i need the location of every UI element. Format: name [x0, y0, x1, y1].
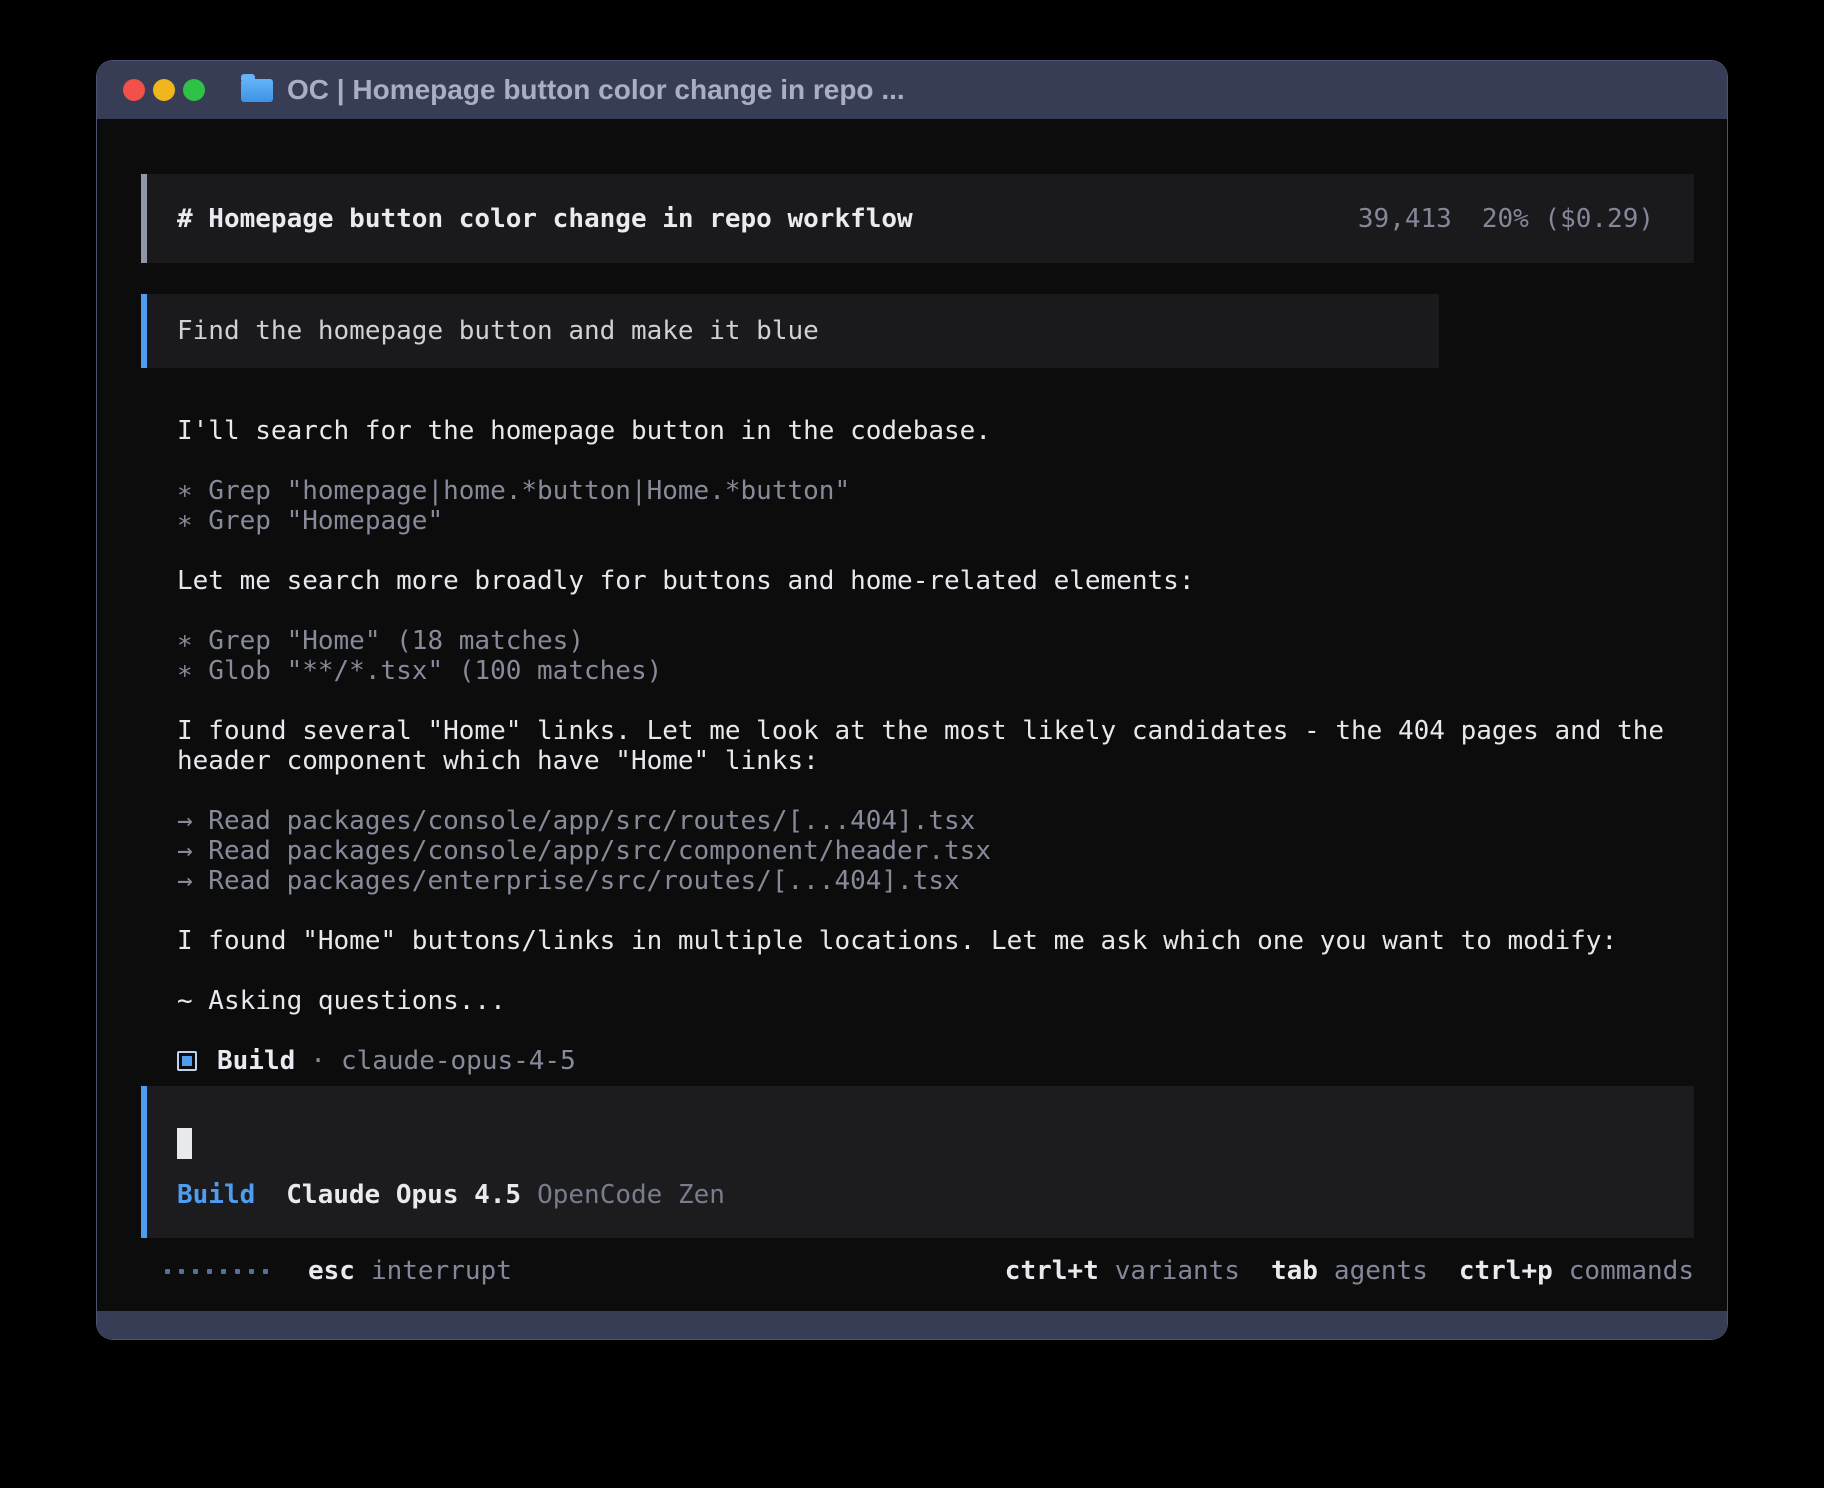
prompt-input[interactable]: Build Claude Opus 4.5 OpenCode Zen — [141, 1086, 1694, 1238]
grep-tool-line: ∗ Grep "Home" (18 matches) — [177, 626, 1694, 656]
read-tool-line: → Read packages/console/app/src/routes/[… — [177, 806, 1694, 836]
zoom-button[interactable] — [183, 79, 205, 101]
hint-key: ctrl+p — [1459, 1256, 1553, 1286]
esc-label: interrupt — [371, 1256, 512, 1286]
minimize-button[interactable] — [153, 79, 175, 101]
user-message-text: Find the homepage button and make it blu… — [177, 316, 819, 346]
user-message: Find the homepage button and make it blu… — [141, 294, 1439, 368]
read-tool-line: → Read packages/enterprise/src/routes/[.… — [177, 866, 1694, 896]
variants-hint: ctrl+t variants — [1005, 1256, 1240, 1286]
assistant-text-line: I found "Home" buttons/links in multiple… — [177, 926, 1694, 956]
conversation: I'll search for the homepage button in t… — [177, 416, 1694, 1076]
close-button[interactable] — [123, 79, 145, 101]
keyboard-hints: ctrl+t variants tab agents ctrl+p comman… — [1005, 1256, 1694, 1286]
input-cursor[interactable] — [177, 1128, 192, 1159]
session-title: # Homepage button color change in repo w… — [177, 204, 913, 234]
provider-label: OpenCode Zen — [537, 1180, 725, 1210]
session-header: # Homepage button color change in repo w… — [141, 174, 1694, 263]
hint-label: agents — [1334, 1256, 1428, 1286]
grep-tool-line: ∗ Grep "Homepage" — [177, 506, 1694, 536]
token-count: 39,413 — [1358, 204, 1452, 234]
agent-badge: Build · claude-opus-4-5 — [177, 1046, 1694, 1076]
read-tool-line: → Read packages/console/app/src/componen… — [177, 836, 1694, 866]
grep-tool-line: ∗ Grep "homepage|home.*button|Home.*butt… — [177, 476, 1694, 506]
agent-icon — [177, 1051, 197, 1071]
esc-hint: esc interrupt — [308, 1256, 512, 1286]
window-bottom-strip — [97, 1311, 1727, 1339]
glob-tool-line: ∗ Glob "**/*.tsx" (100 matches) — [177, 656, 1694, 686]
terminal-window: OC | Homepage button color change in rep… — [96, 60, 1728, 1340]
traffic-lights — [123, 79, 205, 101]
assistant-text-line: I'll search for the homepage button in t… — [177, 416, 1694, 446]
session-stats: 39,413 20% ($0.29) — [1358, 204, 1654, 234]
agents-hint: tab agents — [1271, 1256, 1428, 1286]
terminal-content: # Homepage button color change in repo w… — [97, 119, 1727, 1311]
model-line: Build Claude Opus 4.5 OpenCode Zen — [177, 1180, 1664, 1210]
hint-label: variants — [1115, 1256, 1240, 1286]
window-title: OC | Homepage button color change in rep… — [287, 74, 905, 106]
assistant-text-line: I found several "Home" links. Let me loo… — [177, 716, 1694, 776]
mode-label: Build — [177, 1180, 255, 1210]
titlebar: OC | Homepage button color change in rep… — [97, 61, 1727, 119]
badge-separator: · — [310, 1046, 326, 1076]
model-label: Claude Opus 4.5 — [286, 1180, 521, 1210]
hint-key: ctrl+t — [1005, 1256, 1099, 1286]
hint-key: tab — [1271, 1256, 1318, 1286]
hint-label: commands — [1569, 1256, 1694, 1286]
agent-model-id: claude-opus-4-5 — [341, 1046, 576, 1076]
esc-key: esc — [308, 1256, 355, 1286]
context-usage: 20% ($0.29) — [1482, 204, 1654, 234]
folder-icon — [241, 79, 273, 102]
status-bar: esc interrupt ctrl+t variants tab agents… — [141, 1256, 1694, 1286]
status-left: esc interrupt — [165, 1256, 512, 1286]
commands-hint: ctrl+p commands — [1459, 1256, 1694, 1286]
spinner-dots — [165, 1269, 268, 1274]
asking-status-line: ~ Asking questions... — [177, 986, 1694, 1016]
agent-name: Build — [217, 1046, 295, 1076]
assistant-text-line: Let me search more broadly for buttons a… — [177, 566, 1694, 596]
